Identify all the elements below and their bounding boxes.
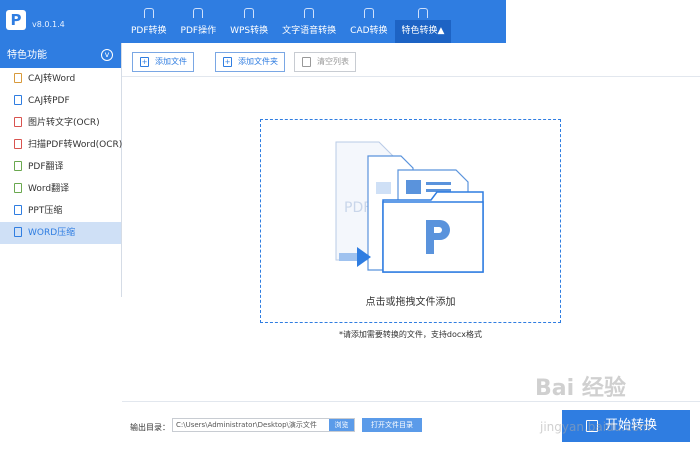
file-icon: [14, 182, 22, 193]
sidebar-item-image-ocr[interactable]: 图片转文字(OCR): [0, 112, 121, 134]
sidebar-item-word-translate[interactable]: Word翻译: [0, 178, 121, 200]
top-bar-blank: [506, 0, 700, 43]
nav-wps-convert[interactable]: WPS转换: [223, 8, 275, 43]
sidebar-item-pdf-translate[interactable]: PDF翻译: [0, 156, 121, 178]
toolbar: + 添加文件 + 添加文件夹 清空列表: [122, 43, 700, 77]
folder-icon: [382, 191, 484, 273]
add-folder-icon: +: [223, 57, 232, 67]
sidebar-item-ppt-compress[interactable]: PPT压缩: [0, 200, 121, 222]
cad-convert-icon: [363, 8, 374, 18]
text-speech-icon: [304, 8, 315, 18]
trash-icon: [302, 57, 311, 67]
pdf-ops-icon: [193, 8, 204, 18]
file-icon: [14, 138, 22, 149]
app-version: v8.0.1.4: [32, 20, 65, 29]
file-icon: [14, 226, 22, 237]
file-icon: [14, 72, 22, 83]
nav-pdf-convert[interactable]: PDF转换: [124, 8, 174, 43]
sidebar-item-word-compress[interactable]: WORD压缩: [0, 222, 121, 244]
browse-button[interactable]: 浏览: [329, 419, 354, 431]
sidebar-header[interactable]: 特色功能 v: [0, 43, 121, 68]
nav-special-convert[interactable]: 特色转换▲: [394, 8, 452, 43]
file-icon: [14, 160, 22, 171]
watermark-url: jingyan.baidu.com: [540, 420, 651, 434]
file-icon: [14, 116, 22, 127]
sidebar: 特色功能 v CAJ转Word CAJ转PDF 图片转文字(OCR) 扫描PDF…: [0, 43, 122, 297]
sidebar-item-caj-pdf[interactable]: CAJ转PDF: [0, 90, 121, 112]
top-bar: P v8.0.1.4 PDF转换 PDF操作 WPS转换 文字语音转换 CAD转…: [0, 0, 506, 43]
output-dir-label: 输出目录：: [130, 423, 170, 432]
nav-pdf-ops[interactable]: PDF操作: [174, 8, 224, 43]
files-illustration: PDF: [335, 141, 484, 273]
wps-convert-icon: [244, 8, 255, 18]
svg-text:PDF: PDF: [344, 200, 371, 216]
sidebar-item-caj-word[interactable]: CAJ转Word: [0, 68, 121, 90]
special-convert-icon: [417, 8, 428, 18]
nav-cad-convert[interactable]: CAD转换: [343, 8, 394, 43]
file-icon: [14, 94, 22, 105]
format-hint: *请添加需要转换的文件，支持docx格式: [338, 330, 483, 339]
watermark-logo: Bai 经验: [535, 376, 626, 401]
nav-text-speech[interactable]: 文字语音转换: [275, 8, 343, 43]
file-icon: [14, 204, 22, 215]
sidebar-item-scan-pdf-word[interactable]: 扫描PDF转Word(OCR): [0, 134, 122, 156]
main-nav: PDF转换 PDF操作 WPS转换 文字语音转换 CAD转换 特色转换▲: [124, 8, 452, 43]
file-dropzone[interactable]: PDF 点击或拖拽文件添加: [260, 119, 561, 323]
output-dir-field[interactable]: C:\Users\Administrator\Desktop\演示文件: [172, 418, 355, 432]
add-folder-button[interactable]: + 添加文件夹: [215, 52, 285, 72]
add-file-button[interactable]: + 添加文件: [132, 52, 194, 72]
add-file-icon: +: [140, 57, 149, 67]
open-dir-button[interactable]: 打开文件目录: [362, 418, 422, 432]
pdf-convert-icon: [143, 8, 154, 18]
clear-list-button[interactable]: 清空列表: [294, 52, 356, 72]
app-logo: P: [6, 10, 26, 30]
chevron-down-icon[interactable]: v: [101, 49, 113, 61]
dropzone-text: 点击或拖拽文件添加: [365, 297, 456, 308]
